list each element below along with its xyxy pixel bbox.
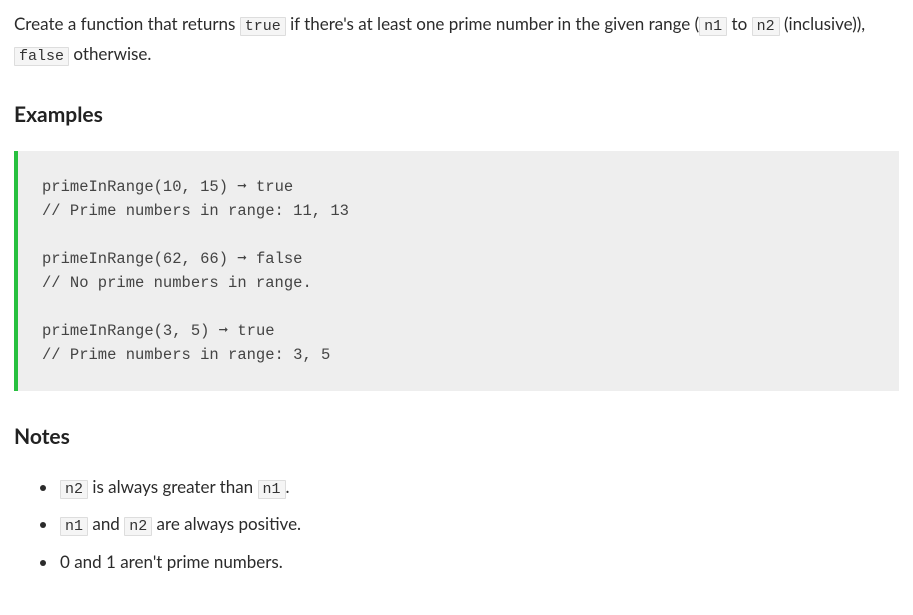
inline-code-n1: n1 xyxy=(258,480,286,499)
inline-code-false: false xyxy=(14,47,69,66)
list-item: n2 is always greater than n1. xyxy=(58,473,899,503)
desc-text: to xyxy=(727,13,751,34)
list-item: 0 and 1 aren't prime numbers. xyxy=(58,548,899,577)
examples-heading: Examples xyxy=(14,97,899,133)
desc-text: if there's at least one prime number in … xyxy=(286,13,699,34)
notes-list: n2 is always greater than n1. n1 and n2 … xyxy=(14,473,899,577)
desc-text: otherwise. xyxy=(69,43,151,64)
notes-heading: Notes xyxy=(14,419,899,455)
desc-text: (inclusive)), xyxy=(780,13,866,34)
inline-code-n1: n1 xyxy=(699,17,727,36)
inline-code-n1: n1 xyxy=(60,517,88,536)
note-text: are always positive. xyxy=(152,513,301,534)
desc-text: Create a function that returns xyxy=(14,13,240,34)
note-text: . xyxy=(286,476,290,497)
description-paragraph: Create a function that returns true if t… xyxy=(14,10,899,69)
note-text: and xyxy=(88,513,124,534)
note-text: 0 and 1 aren't prime numbers. xyxy=(60,551,283,572)
inline-code-n2: n2 xyxy=(124,517,152,536)
examples-code-block: primeInRange(10, 15) ➞ true // Prime num… xyxy=(14,151,899,391)
list-item: n1 and n2 are always positive. xyxy=(58,510,899,540)
inline-code-n2: n2 xyxy=(60,480,88,499)
inline-code-true: true xyxy=(240,17,286,36)
note-text: is always greater than xyxy=(88,476,258,497)
problem-description: Create a function that returns true if t… xyxy=(14,10,899,69)
inline-code-n2: n2 xyxy=(752,17,780,36)
